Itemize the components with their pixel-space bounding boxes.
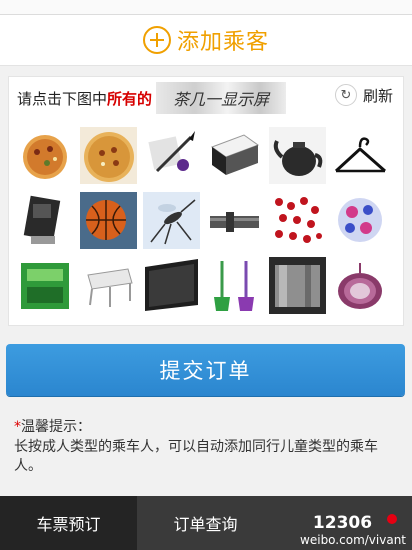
captcha-image-mosquito[interactable]: [143, 192, 200, 249]
top-strip: [0, 0, 412, 15]
plus-circle-icon: [142, 26, 171, 54]
captcha-image-pen[interactable]: [143, 127, 200, 184]
captcha-image-pizza[interactable]: [17, 127, 74, 184]
captcha-image-hanger[interactable]: [332, 127, 389, 184]
captcha-refresh-button[interactable]: ↻ 刷新: [334, 84, 393, 106]
captcha-image-tray[interactable]: [80, 257, 137, 314]
captcha-image-grid: [17, 127, 389, 314]
add-passenger-button[interactable]: 添加乘客: [0, 15, 412, 66]
tab-ticket-booking[interactable]: 车票预订: [0, 496, 137, 550]
bottom-tab-bar: 车票预订 订单查询 12306 weibo.com/vivant: [0, 496, 412, 550]
add-passenger-label: 添加乘客: [176, 30, 269, 55]
captcha-image-teapot[interactable]: [269, 127, 326, 184]
captcha-image-red-beads[interactable]: [269, 192, 326, 249]
watermark: weibo.com/vivant: [300, 533, 406, 547]
captcha-image-box[interactable]: [206, 127, 263, 184]
refresh-icon: ↻: [334, 84, 357, 106]
captcha-image-onion[interactable]: [332, 257, 389, 314]
submit-order-button[interactable]: 提交订单: [6, 344, 405, 396]
captcha-panel: 请点击下图中所有的 茶几一显示屏 ↻ 刷新: [8, 76, 404, 326]
tips-body: 长按成人类型的乘车人，可以自动添加同行儿童类型的乘车人。: [14, 439, 378, 474]
tab-order-query[interactable]: 订单查询: [137, 496, 274, 550]
captcha-image-green-box[interactable]: [17, 257, 74, 314]
captcha-image-ball[interactable]: [332, 192, 389, 249]
captcha-image-display[interactable]: [143, 257, 200, 314]
captcha-image-pizza[interactable]: [80, 127, 137, 184]
captcha-image-metal-pot[interactable]: [269, 257, 326, 314]
captcha-image-broom[interactable]: [206, 257, 263, 314]
captcha-instruction: 请点击下图中所有的: [17, 89, 153, 108]
captcha-target-words: 茶几一显示屏: [156, 82, 287, 114]
notification-badge: [387, 514, 397, 524]
captcha-image-device[interactable]: [17, 192, 74, 249]
captcha-image-basketball[interactable]: [80, 192, 137, 249]
submit-order-label: 提交订单: [159, 359, 252, 383]
captcha-image-pipe[interactable]: [206, 192, 263, 249]
refresh-label: 刷新: [362, 86, 393, 105]
tips-title: *温馨提示：: [14, 419, 91, 435]
